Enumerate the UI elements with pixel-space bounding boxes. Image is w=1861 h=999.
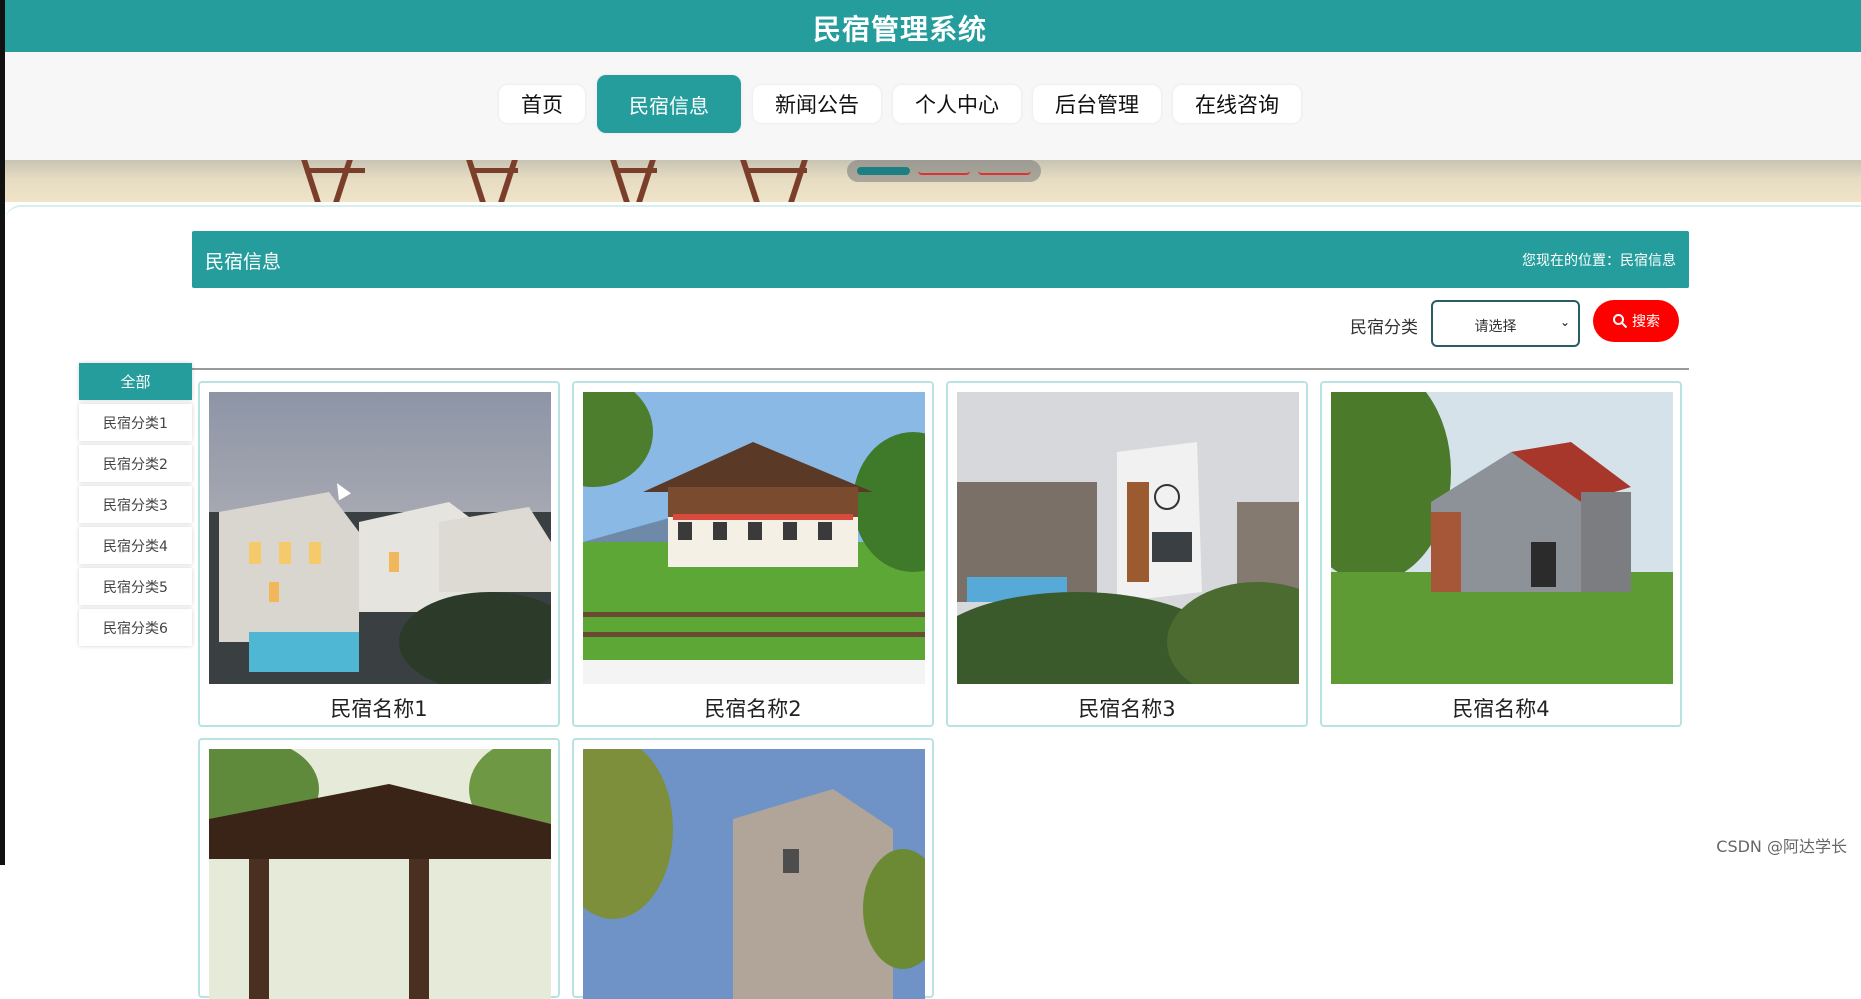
category-item-1[interactable]: 民宿分类1 [79, 404, 192, 441]
listing-image[interactable] [957, 392, 1299, 684]
listing-card[interactable]: 民宿名称3 [946, 381, 1308, 727]
nav-home[interactable]: 首页 [499, 85, 585, 123]
category-select[interactable]: 请选择 ⌄ [1431, 300, 1580, 347]
listing-name[interactable]: 民宿名称1 [200, 693, 558, 723]
breadcrumb: 您现在的位置：民宿信息 [1522, 253, 1676, 269]
category-sidebar: 全部 民宿分类1 民宿分类2 民宿分类3 民宿分类4 民宿分类5 民宿分类6 [79, 363, 192, 650]
main-nav: 首页 民宿信息 新闻公告 个人中心 后台管理 在线咨询 [5, 52, 1861, 160]
search-button[interactable]: 搜索 [1593, 300, 1679, 342]
listing-image[interactable] [209, 392, 551, 684]
banner-image-detail [466, 160, 486, 202]
listing-name[interactable]: 民宿名称2 [574, 693, 932, 723]
listing-image[interactable] [209, 749, 551, 999]
listing-image[interactable] [583, 749, 925, 999]
category-filter-label: 民宿分类 [1350, 318, 1418, 338]
search-icon [1613, 314, 1628, 329]
nav-homestay-info[interactable]: 民宿信息 [597, 75, 741, 133]
listing-name[interactable]: 民宿名称3 [948, 693, 1306, 723]
nav-news[interactable]: 新闻公告 [753, 85, 881, 123]
banner-image-detail [788, 160, 808, 202]
chevron-down-icon: ⌄ [1559, 315, 1570, 329]
banner-image-detail [747, 168, 807, 173]
search-button-label: 搜索 [1632, 314, 1660, 330]
banner-image-detail [498, 160, 518, 202]
section-header: 民宿信息 您现在的位置：民宿信息 [192, 231, 1689, 288]
banner-image-detail [636, 160, 656, 202]
category-item-2[interactable]: 民宿分类2 [79, 445, 192, 482]
carousel-dot[interactable] [978, 167, 1032, 175]
category-select-value: 请选择 [1474, 319, 1517, 335]
category-item-all[interactable]: 全部 [79, 363, 192, 400]
listing-card[interactable] [572, 738, 934, 999]
watermark: CSDN @阿达学长 [1716, 837, 1847, 856]
listing-card[interactable]: 民宿名称2 [572, 381, 934, 727]
nav-personal-center[interactable]: 个人中心 [893, 85, 1021, 123]
banner-image-detail [617, 168, 657, 173]
listing-image[interactable] [583, 392, 925, 684]
banner-image-detail [473, 168, 518, 173]
divider [192, 368, 1689, 370]
listing-image[interactable] [1331, 392, 1673, 684]
section-title: 民宿信息 [205, 251, 282, 273]
carousel-indicators [847, 160, 1041, 182]
banner-image-detail [610, 160, 630, 202]
nav-online-consult[interactable]: 在线咨询 [1173, 85, 1301, 123]
banner-image-detail [305, 168, 365, 173]
site-title: 民宿管理系统 [812, 13, 987, 46]
listing-card[interactable] [198, 738, 560, 999]
category-item-6[interactable]: 民宿分类6 [79, 609, 192, 646]
category-item-3[interactable]: 民宿分类3 [79, 486, 192, 523]
category-item-5[interactable]: 民宿分类5 [79, 568, 192, 605]
banner-image-detail [301, 160, 321, 202]
banner-image-detail [333, 160, 353, 202]
listing-card[interactable]: 民宿名称4 [1320, 381, 1682, 727]
top-header: 民宿管理系统 [5, 0, 1861, 52]
nav-admin[interactable]: 后台管理 [1033, 85, 1161, 123]
carousel-dot[interactable] [917, 167, 971, 175]
banner-image-detail [740, 160, 760, 202]
category-item-4[interactable]: 民宿分类4 [79, 527, 192, 564]
carousel-dot[interactable] [857, 167, 910, 175]
banner-carousel [5, 160, 1861, 202]
listing-card[interactable]: 民宿名称1 [198, 381, 560, 727]
listing-name[interactable]: 民宿名称4 [1322, 693, 1680, 723]
